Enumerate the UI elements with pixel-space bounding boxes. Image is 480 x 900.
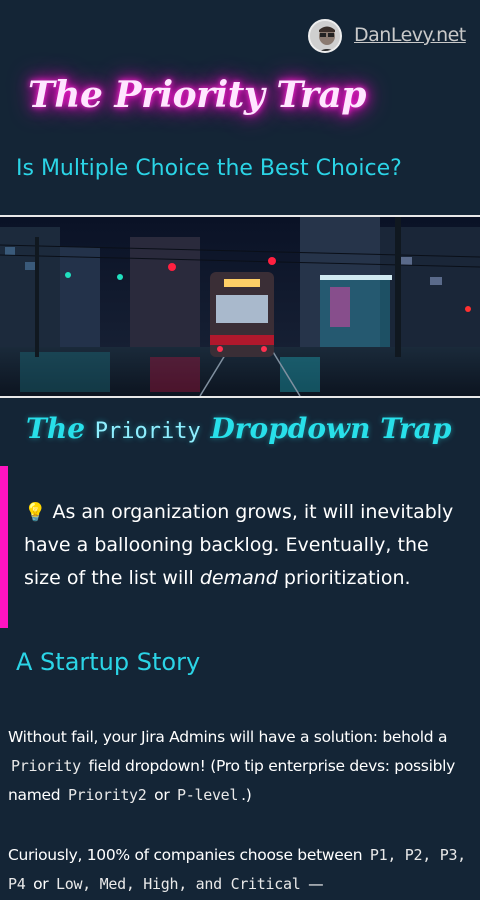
story-p2-text-c: —	[303, 875, 324, 893]
story-heading: A Startup Story	[16, 648, 201, 676]
hero-banner-image	[0, 215, 480, 398]
story-p1-text-a: Without fail, your Jira Admins will have…	[8, 728, 448, 746]
story-p1-text-c: or	[149, 786, 175, 804]
hero-title: The Priority Trap	[28, 74, 366, 116]
top-bar: DanLevy.net	[0, 0, 480, 70]
avatar-photo-icon	[310, 21, 340, 51]
story-p1-code-priority: Priority	[11, 757, 81, 775]
story-paragraph-1: Without fail, your Jira Admins will have…	[8, 723, 474, 810]
night-street-streetcar-illustration	[0, 217, 480, 396]
callout-emphasis: demand	[199, 567, 278, 589]
callout-accent-bar	[0, 466, 8, 628]
story-p2-code-names: Low, Med, High, and Critical	[55, 875, 301, 893]
section-title-prefix: The	[26, 412, 95, 445]
section-title: The Priority Dropdown Trap	[26, 412, 452, 445]
callout-box: 💡 As an organization grows, it will inev…	[0, 466, 480, 628]
lightbulb-icon: 💡	[24, 502, 47, 523]
callout-text-after: prioritization.	[277, 567, 411, 589]
avatar[interactable]	[308, 19, 342, 53]
hero-subtitle: Is Multiple Choice the Best Choice?	[16, 156, 402, 181]
story-p2-text-b: or	[28, 875, 53, 893]
section-title-code: Priority	[94, 419, 201, 444]
section-title-suffix: Dropdown Trap	[200, 412, 452, 445]
story-p1-text-d: .)	[241, 786, 252, 804]
story-paragraph-2: Curiously, 100% of companies choose betw…	[8, 841, 474, 899]
story-p2-text-a: Curiously, 100% of companies choose betw…	[8, 846, 367, 864]
site-home-link[interactable]: DanLevy.net	[354, 24, 466, 46]
story-p1-code-priority2: Priority2	[67, 786, 147, 804]
callout-text: 💡 As an organization grows, it will inev…	[24, 496, 470, 595]
story-p1-code-plevel: P-level	[177, 786, 239, 804]
